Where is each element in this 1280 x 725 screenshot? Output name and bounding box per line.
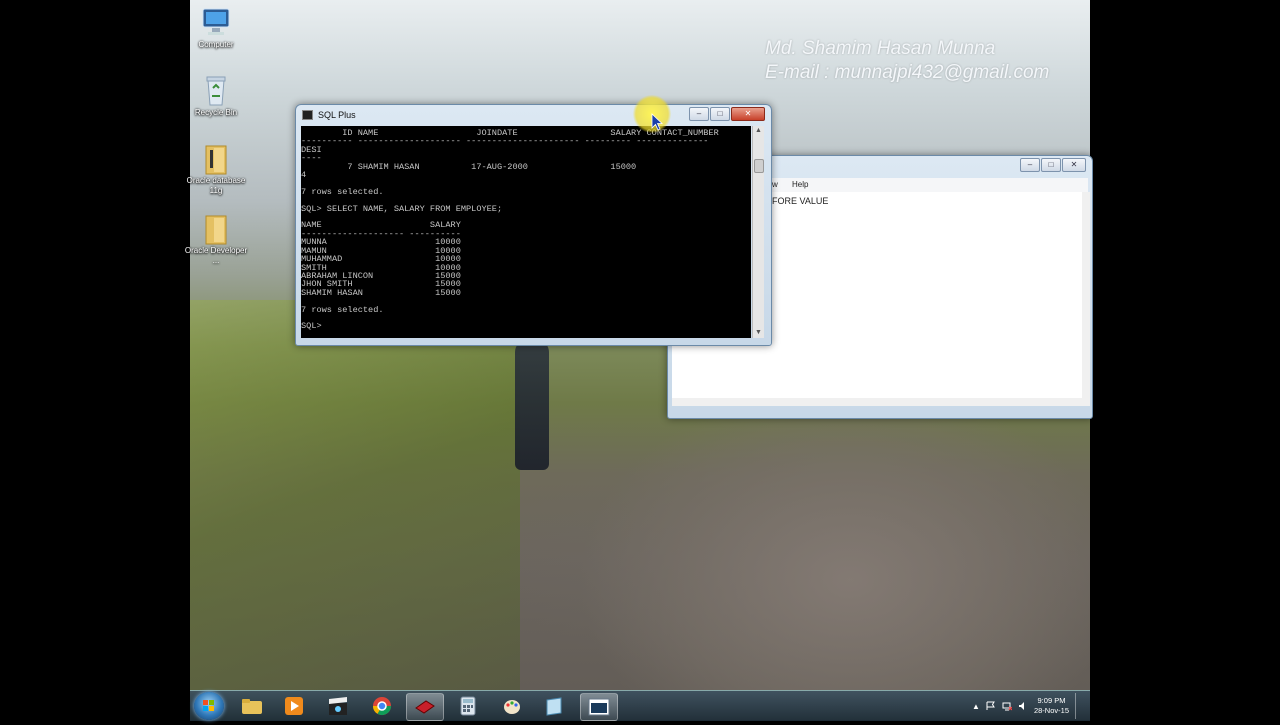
recycle-bin-icon <box>200 74 232 108</box>
taskbar-sqlplus[interactable] <box>580 693 618 721</box>
console-icon <box>588 698 610 716</box>
console-line: 7 rows selected. <box>301 186 384 197</box>
notepad-vertical-scrollbar[interactable] <box>1082 192 1090 398</box>
taskbar-notepad[interactable] <box>536 693 572 719</box>
desktop-icon-computer[interactable]: Computer <box>184 6 248 50</box>
console-output[interactable]: ID NAME JOINDATE SALARY CONTACT_NUMBER -… <box>301 126 751 338</box>
desktop-icon-recycle-bin[interactable]: Recycle Bin <box>184 74 248 118</box>
menu-help[interactable]: Help <box>792 180 808 189</box>
paint-icon <box>504 700 520 714</box>
notepad-horizontal-scrollbar[interactable] <box>672 398 1090 406</box>
sqlplus-window[interactable]: SQL Plus ‒ □ ✕ ID NAME JOINDATE SALARY C… <box>295 104 772 346</box>
desktop-icon-oracle-developer[interactable]: Oracle Developer ... <box>184 212 248 266</box>
desktop-icon-label: Recycle Bin <box>194 108 238 117</box>
taskbar: ▲ 9:09 PM 28-Nov-15 <box>190 690 1090 721</box>
minimize-button[interactable]: ‒ <box>1020 158 1040 172</box>
console-vertical-scrollbar[interactable]: ▲ ▼ <box>752 126 764 338</box>
mouse-cursor-icon <box>651 113 664 136</box>
taskbar-calculator[interactable] <box>450 693 486 719</box>
system-tray: ▲ 9:09 PM 28-Nov-15 <box>972 693 1082 719</box>
console-icon <box>302 110 313 120</box>
chrome-icon <box>373 697 391 716</box>
maximize-button[interactable]: □ <box>1041 158 1061 172</box>
desktop-icon-label: Oracle Developer ... <box>184 246 248 265</box>
network-icon[interactable] <box>1002 701 1012 711</box>
volume-icon[interactable] <box>1018 701 1028 711</box>
console-line: SHAMIM HASAN 15000 <box>301 287 461 298</box>
taskbar-chrome[interactable] <box>364 693 400 719</box>
console-line: ---------- -------------------- --------… <box>301 136 709 147</box>
computer-icon <box>200 6 232 40</box>
clock-time: 9:09 PM <box>1037 696 1066 705</box>
clock[interactable]: 9:09 PM 28-Nov-15 <box>1034 696 1069 716</box>
desktop-icon-oracle-database[interactable]: Oracle database 11g <box>184 142 248 196</box>
console-line: SQL> <box>301 321 327 332</box>
scroll-thumb[interactable] <box>754 159 764 173</box>
console-line: 4 <box>301 170 307 181</box>
window-title: SQL Plus <box>318 110 356 120</box>
flag-icon[interactable] <box>986 701 996 711</box>
console-line: 7 rows selected. <box>301 304 384 315</box>
console-text: ID NAME JOINDATE SALARY CONTACT_NUMBER -… <box>301 126 751 331</box>
calculator-icon <box>460 696 476 716</box>
taskbar-explorer[interactable] <box>234 693 270 719</box>
console-line: SQL> SELECT NAME, SALARY FROM EMPLOYEE; <box>301 203 503 214</box>
media-player-icon <box>285 697 303 715</box>
folder-icon <box>200 142 232 176</box>
desktop-icon-label: Computer <box>198 40 234 49</box>
clock-date: 28-Nov-15 <box>1033 706 1069 715</box>
start-button[interactable] <box>194 692 224 720</box>
windows-logo-icon <box>203 700 214 711</box>
notepad-text: FORE VALUE <box>772 196 829 206</box>
clapper-icon <box>329 697 347 715</box>
console-line: 7 SHAMIM HASAN 17-AUG-2000 15000 <box>301 161 637 172</box>
show-desktop-button[interactable] <box>1075 693 1082 719</box>
wallpaper-figure <box>515 340 549 470</box>
taskbar-media-center[interactable] <box>320 693 356 719</box>
show-hidden-icons-button[interactable]: ▲ <box>972 702 980 711</box>
close-button[interactable]: ✕ <box>731 107 765 121</box>
notepad-icon <box>546 697 562 716</box>
scroll-up-icon[interactable]: ▲ <box>753 126 764 136</box>
scroll-down-icon[interactable]: ▼ <box>753 328 764 338</box>
sqlplus-window-controls: ‒ □ ✕ <box>689 107 765 121</box>
minimize-button[interactable]: ‒ <box>689 107 709 121</box>
desktop-icon-label: Oracle database 11g <box>186 176 246 195</box>
folder-icon <box>200 212 232 246</box>
menu-view-partial[interactable]: w <box>772 180 778 189</box>
taskbar-media-player[interactable] <box>276 693 312 719</box>
watermark-email: E-mail : munnajpi432@gmail.com <box>765 62 1050 83</box>
close-button[interactable]: ✕ <box>1062 158 1086 172</box>
taskbar-oracle-app[interactable] <box>406 693 444 721</box>
taskbar-paint[interactable] <box>494 693 530 719</box>
notepad-window-controls: ‒ □ ✕ <box>1020 158 1086 172</box>
book-icon <box>415 700 435 714</box>
watermark-name: Md. Shamim Hasan Munna <box>765 38 996 59</box>
maximize-button[interactable]: □ <box>710 107 730 121</box>
folder-icon <box>242 699 262 714</box>
